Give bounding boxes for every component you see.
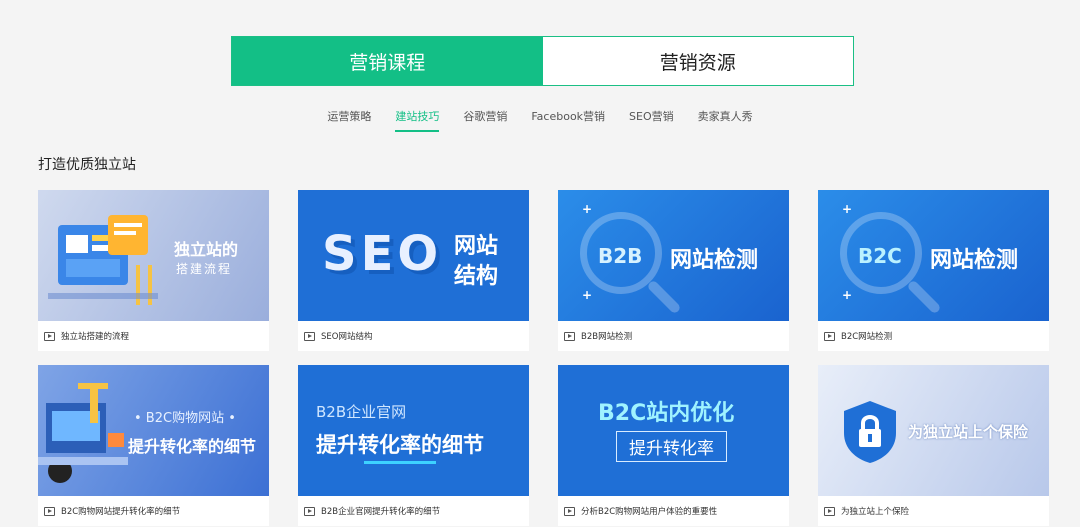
thumb-subtitle: 搭建流程 bbox=[176, 262, 233, 276]
card-caption: B2B企业官网提升转化率的细节 bbox=[298, 496, 529, 526]
play-icon bbox=[824, 506, 835, 516]
thumb-title: 独立站的 bbox=[174, 240, 239, 259]
card-caption: 独立站搭建的流程 bbox=[38, 321, 269, 351]
thumb-title: 网站检测 bbox=[670, 248, 759, 273]
card-caption: B2C网站检测 bbox=[818, 321, 1049, 351]
sparkle-icon: + bbox=[842, 202, 853, 216]
play-icon bbox=[564, 506, 575, 516]
shield-lock-icon bbox=[844, 401, 896, 463]
play-icon bbox=[44, 331, 55, 341]
thumb-subtitle: 结构 bbox=[454, 264, 499, 289]
subnav-item-operations[interactable]: 运营策略 bbox=[327, 108, 371, 132]
thumb-badge: B2C bbox=[858, 244, 902, 268]
underline-accent bbox=[364, 461, 436, 464]
course-thumbnail: + + B2B 网站检测 bbox=[558, 190, 789, 321]
thumb-subtitle: B2B企业官网 bbox=[316, 403, 407, 421]
thumb-title: 网站检测 bbox=[930, 248, 1019, 273]
subnav-item-google[interactable]: 谷歌营销 bbox=[463, 108, 507, 132]
course-card[interactable]: B2B企业官网 提升转化率的细节 B2B企业官网提升转化率的细节 bbox=[298, 365, 529, 526]
subnav-item-seller-show[interactable]: 卖家真人秀 bbox=[698, 108, 753, 132]
course-thumbnail: 独立站的 搭建流程 bbox=[38, 190, 269, 321]
course-card[interactable]: + + B2C 网站检测 B2C网站检测 bbox=[818, 190, 1049, 351]
course-thumbnail: 为独立站上个保险 bbox=[818, 365, 1049, 496]
thumb-title: 网站 bbox=[454, 234, 499, 259]
thumb-badge: B2B bbox=[598, 244, 643, 268]
course-thumbnail: • B2C购物网站 • 提升转化率的细节 bbox=[38, 365, 269, 496]
sparkle-icon: + bbox=[842, 288, 853, 302]
course-thumbnail: B2B企业官网 提升转化率的细节 bbox=[298, 365, 529, 496]
course-thumbnail: + + B2C 网站检测 bbox=[818, 190, 1049, 321]
thumb-title: 提升转化率的细节 bbox=[128, 437, 257, 456]
subnav-item-site-building[interactable]: 建站技巧 bbox=[395, 108, 440, 132]
tab-marketing-courses[interactable]: 营销课程 bbox=[232, 37, 543, 85]
card-caption: 为独立站上个保险 bbox=[818, 496, 1049, 526]
course-card[interactable]: B2C站内优化 提升转化率 分析B2C购物网站用户体验的重要性 bbox=[558, 365, 789, 526]
section-title: 打造优质独立站 bbox=[38, 157, 136, 173]
course-card[interactable]: 为独立站上个保险 为独立站上个保险 bbox=[818, 365, 1049, 526]
category-subnav: 运营策略 建站技巧 谷歌营销 Facebook营销 SEO营销 卖家真人秀 bbox=[0, 108, 1080, 132]
website-illustration-icon bbox=[48, 215, 158, 305]
play-icon bbox=[824, 331, 835, 341]
play-icon bbox=[304, 331, 315, 341]
course-thumbnail: B2C站内优化 提升转化率 bbox=[558, 365, 789, 496]
play-icon bbox=[564, 331, 575, 341]
play-icon bbox=[44, 506, 55, 516]
course-card[interactable]: SEO 网站 结构 SEO网站结构 bbox=[298, 190, 529, 351]
thumb-title: 提升转化率的细节 bbox=[316, 433, 484, 457]
course-tabs: 营销课程 营销资源 bbox=[231, 36, 854, 86]
factory-illustration-icon bbox=[38, 383, 128, 483]
course-card[interactable]: • B2C购物网站 • 提升转化率的细节 B2C购物网站提升转化率的细节 bbox=[38, 365, 269, 526]
subnav-item-facebook[interactable]: Facebook营销 bbox=[531, 108, 605, 132]
thumb-title: 为独立站上个保险 bbox=[908, 423, 1029, 441]
course-card[interactable]: + + B2B 网站检测 B2B网站检测 bbox=[558, 190, 789, 351]
tab-marketing-resources[interactable]: 营销资源 bbox=[543, 37, 854, 85]
subnav-item-seo[interactable]: SEO营销 bbox=[629, 108, 674, 132]
card-caption: B2B网站检测 bbox=[558, 321, 789, 351]
play-icon bbox=[304, 506, 315, 516]
course-card[interactable]: 独立站的 搭建流程 独立站搭建的流程 bbox=[38, 190, 269, 351]
card-caption: 分析B2C购物网站用户体验的重要性 bbox=[558, 496, 789, 526]
card-caption: B2C购物网站提升转化率的细节 bbox=[38, 496, 269, 526]
course-thumbnail: SEO 网站 结构 bbox=[298, 190, 529, 321]
thumb-big-text: SEO bbox=[322, 226, 443, 282]
course-grid: 独立站的 搭建流程 独立站搭建的流程 SEO 网站 结构 SEO网站结构 + +… bbox=[38, 190, 1049, 526]
thumb-title: B2C站内优化 bbox=[598, 401, 735, 426]
thumb-subtitle: • B2C购物网站 • bbox=[134, 411, 236, 426]
sparkle-icon: + bbox=[582, 288, 593, 302]
thumb-subtitle: 提升转化率 bbox=[616, 431, 727, 462]
sparkle-icon: + bbox=[582, 202, 593, 216]
card-caption: SEO网站结构 bbox=[298, 321, 529, 351]
